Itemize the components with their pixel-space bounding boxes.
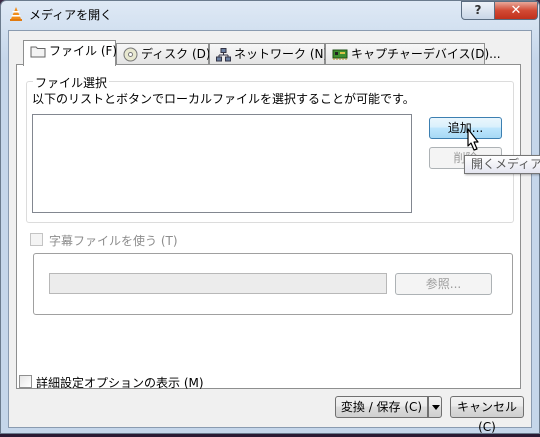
file-selection-group: ファイル選択 以下のリストとボタンでローカルファイルを選択することが可能です。 …: [26, 74, 514, 223]
convert-save-button[interactable]: 変換 / 保存 (C): [335, 396, 428, 418]
tab-disc-label: ディスク (D): [141, 47, 211, 61]
dialog-body: ファイル (F) ディスク (D) ネットワーク (N) キャプチャーデバイス(…: [8, 30, 532, 434]
tab-file-label: ファイル (F): [49, 44, 118, 58]
advanced-options-checkbox[interactable]: [19, 375, 32, 388]
title-bar[interactable]: メディアを開く ? ✕: [1, 1, 539, 27]
vlc-cone-icon: [10, 7, 22, 21]
subtitle-file-field[interactable]: [49, 273, 387, 294]
tab-network[interactable]: ネットワーク (N): [209, 43, 329, 65]
tab-disc[interactable]: ディスク (D): [116, 43, 211, 65]
convert-dropdown-arrow[interactable]: [428, 396, 442, 418]
file-selection-description: 以下のリストとボタンでローカルファイルを選択することが可能です。: [32, 92, 415, 106]
close-button[interactable]: ✕: [494, 1, 538, 20]
file-list[interactable]: [32, 114, 412, 213]
tab-file[interactable]: ファイル (F): [23, 40, 118, 66]
subtitle-checkbox[interactable]: [30, 233, 43, 246]
help-button[interactable]: ?: [461, 1, 495, 20]
browse-button[interactable]: 参照...: [395, 273, 492, 295]
disc-icon: [123, 47, 138, 62]
subtitle-checkbox-label: 字幕ファイルを使う (T): [49, 234, 178, 248]
capture-card-icon: [332, 49, 348, 60]
cancel-button[interactable]: キャンセル (C): [450, 396, 524, 434]
network-icon: [216, 47, 231, 61]
tab-network-label: ネットワーク (N): [234, 47, 329, 61]
file-tab-panel: ファイル選択 以下のリストとボタンでローカルファイルを選択することが可能です。 …: [16, 64, 521, 389]
window-title: メディアを開く: [29, 8, 113, 22]
mouse-cursor-icon: [467, 128, 479, 151]
open-media-dialog: メディアを開く ? ✕ ファイル (F) ディスク (D) ネットワーク (N): [0, 0, 540, 434]
tab-capture-label: キャプチャーデバイス(D)...: [351, 47, 501, 61]
tab-capture-device[interactable]: キャプチャーデバイス(D)...: [325, 43, 501, 65]
file-selection-legend: ファイル選択: [33, 74, 110, 91]
folder-icon: [30, 46, 46, 58]
add-button-tooltip: 開くメディア: [464, 155, 540, 174]
subtitle-group: 参照...: [33, 253, 513, 315]
advanced-options-label: 詳細設定オプションの表示 (M): [36, 376, 204, 390]
